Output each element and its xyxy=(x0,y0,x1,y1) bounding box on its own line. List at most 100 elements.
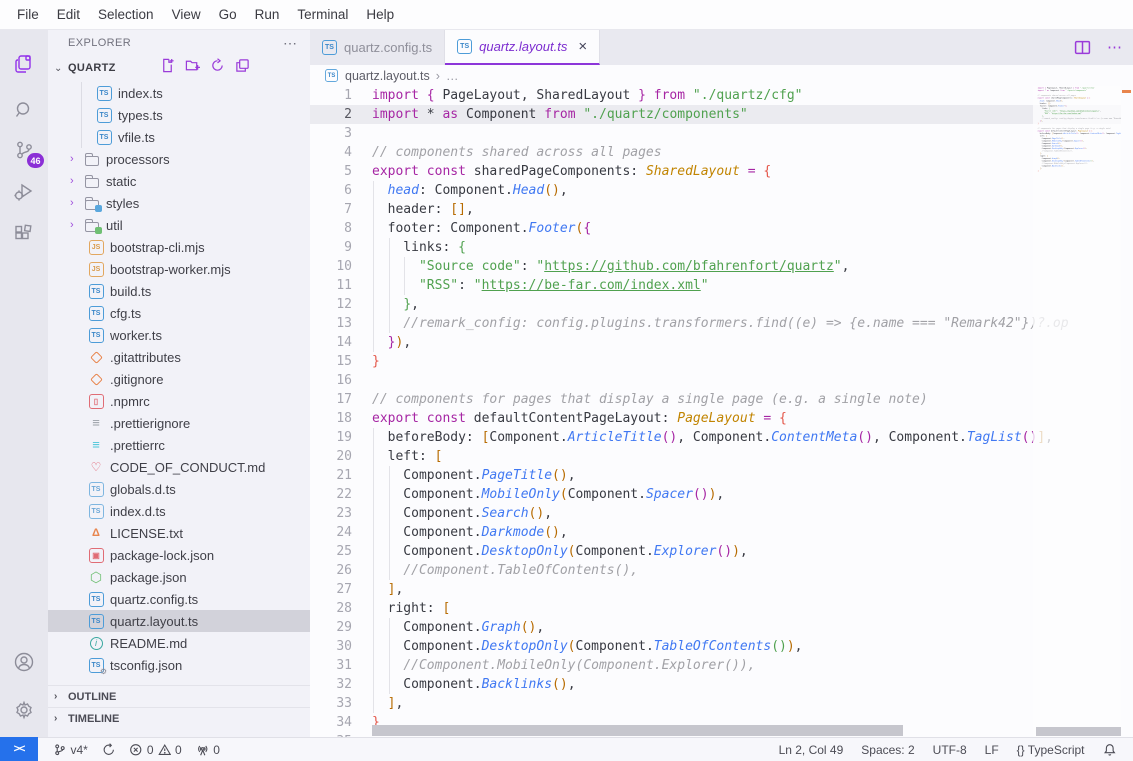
tree-item-license-txt[interactable]: ΔLICENSE.txt xyxy=(48,522,310,544)
tree-item-bootstrap-cli-mjs[interactable]: JSbootstrap-cli.mjs xyxy=(48,236,310,258)
source-control-icon[interactable]: 46 xyxy=(0,130,48,170)
collapse-icon[interactable] xyxy=(235,58,250,78)
line-number: 19 xyxy=(310,428,352,447)
gear-icon[interactable] xyxy=(0,690,48,730)
sidebar-more-actions[interactable]: ⋯ xyxy=(283,35,298,52)
chevron-right-icon: › xyxy=(54,713,68,724)
tree-item-package-lock-json[interactable]: ▣package-lock.json xyxy=(48,544,310,566)
status-left-2-error[interactable]: 00 xyxy=(122,738,188,761)
menu-item-selection[interactable]: Selection xyxy=(89,0,163,30)
menu-item-edit[interactable]: Edit xyxy=(48,0,89,30)
new-folder-icon[interactable] xyxy=(185,58,200,78)
status-right-4-brackets[interactable]: {} TypeScript xyxy=(1008,738,1094,761)
tree-item-label: index.d.ts xyxy=(110,504,166,519)
status-right-5-bell[interactable] xyxy=(1094,738,1126,761)
tree-item--gitignore[interactable]: .gitignore xyxy=(48,368,310,390)
split-editor-icon[interactable] xyxy=(1074,39,1091,56)
breadcrumb-more[interactable]: … xyxy=(446,69,459,83)
status-right-3[interactable]: LF xyxy=(976,738,1008,761)
breadcrumb-file[interactable]: quartz.layout.ts xyxy=(345,69,430,83)
status-right-1[interactable]: Spaces: 2 xyxy=(852,738,923,761)
tree-item--prettierrc[interactable]: ≡.prettierrc xyxy=(48,434,310,456)
status-left-1-sync[interactable] xyxy=(95,738,123,761)
tree-item-vfile-ts[interactable]: TSvfile.ts xyxy=(48,126,310,148)
code-line-13: 13 //remark_config: config.plugins.trans… xyxy=(310,314,1069,333)
tree-item-tsconfig-json[interactable]: TS⚙tsconfig.json xyxy=(48,654,310,676)
tree-item-label: package.json xyxy=(110,570,187,585)
breadcrumb[interactable]: TS quartz.layout.ts › … xyxy=(310,65,1133,86)
tree-item-label: CODE_OF_CONDUCT.md xyxy=(110,460,265,475)
status-label: Spaces: 2 xyxy=(861,743,914,757)
tab-quartz-layout-ts[interactable]: TSquartz.layout.ts× xyxy=(445,30,600,65)
extensions-icon[interactable] xyxy=(0,214,48,254)
search-icon[interactable] xyxy=(0,90,48,130)
minimap-scrollbar[interactable] xyxy=(1036,727,1121,736)
tree-item--npmrc[interactable]: ▯.npmrc xyxy=(48,390,310,412)
status-right-2[interactable]: UTF-8 xyxy=(924,738,976,761)
tree-item-index-d-ts[interactable]: TS index.d.ts xyxy=(48,500,310,522)
tree-item-globals-d-ts[interactable]: TSglobals.d.ts xyxy=(48,478,310,500)
tree-item-bootstrap-worker-mjs[interactable]: JSbootstrap-worker.mjs xyxy=(48,258,310,280)
ts-file-icon: TS xyxy=(88,613,104,629)
tree-item--prettierignore[interactable]: ≡.prettierignore xyxy=(48,412,310,434)
project-section-row[interactable]: ⌄ QUARTZ xyxy=(48,56,310,80)
tree-item-quartz-config-ts[interactable]: TSquartz.config.ts xyxy=(48,588,310,610)
close-icon[interactable]: × xyxy=(578,38,587,55)
tree-item-processors[interactable]: ›processors xyxy=(48,148,310,170)
status-label: 0 xyxy=(175,743,182,757)
tree-item-util[interactable]: ›util xyxy=(48,214,310,236)
status-right: Ln 2, Col 49 Spaces: 2 UTF-8LF{} TypeScrip… xyxy=(770,738,1133,761)
tree-item--gitattributes[interactable]: .gitattributes xyxy=(48,346,310,368)
line-number: 12 xyxy=(310,295,352,314)
tree-item-cfg-ts[interactable]: TScfg.ts xyxy=(48,302,310,324)
tree-item-label: LICENSE.txt xyxy=(110,526,183,541)
tree-item-index-ts[interactable]: TSindex.ts xyxy=(48,82,310,104)
code-line-17: 17// components for pages that display a… xyxy=(310,390,1069,409)
status-right-0[interactable]: Ln 2, Col 49 xyxy=(770,738,853,761)
section-actions xyxy=(160,58,250,78)
menu-item-help[interactable]: Help xyxy=(357,0,403,30)
line-number: 6 xyxy=(310,181,352,200)
ts-file-icon: TS xyxy=(88,283,104,299)
status-left-3-broadcast[interactable]: 0 xyxy=(189,738,227,761)
more-actions-icon[interactable]: ⋯ xyxy=(1107,38,1123,56)
code-line-19: 19 beforeBody: [Component.ArticleTitle()… xyxy=(1035,132,1121,135)
git-file-icon xyxy=(88,371,104,387)
tree-item-readme-md[interactable]: iREADME.md xyxy=(48,632,310,654)
tree-item-quartz-layout-ts[interactable]: TSquartz.layout.ts xyxy=(48,610,310,632)
tree-item-code-of-conduct-md[interactable]: ♡CODE_OF_CONDUCT.md xyxy=(48,456,310,478)
account-icon[interactable] xyxy=(0,642,48,682)
menu-item-file[interactable]: File xyxy=(8,0,48,30)
menu-item-go[interactable]: Go xyxy=(210,0,246,30)
code-editor[interactable]: 1import { PageLayout, SharedLayout } fro… xyxy=(310,86,1133,737)
menu-item-run[interactable]: Run xyxy=(246,0,289,30)
tree-item-static[interactable]: ›static xyxy=(48,170,310,192)
debug-icon[interactable] xyxy=(0,172,48,212)
tree-item-label: static xyxy=(106,174,136,189)
code-line-32: 32 Component.Backlinks(), xyxy=(310,675,1069,694)
horizontal-scrollbar[interactable] xyxy=(372,725,903,736)
code-line-27: 27 ], xyxy=(310,580,1069,599)
panel-timeline[interactable]: ›TIMELINE xyxy=(48,707,310,729)
menu-item-terminal[interactable]: Terminal xyxy=(288,0,357,30)
files-icon[interactable] xyxy=(0,44,48,84)
refresh-icon[interactable] xyxy=(210,58,225,78)
dts-file-icon: TS xyxy=(88,503,104,519)
remote-indicator[interactable]: >< xyxy=(0,737,38,761)
minimap[interactable]: 1import { PageLayout, SharedLayout } fro… xyxy=(1033,86,1121,737)
explorer-sidebar: EXPLORER ⋯ ⌄ QUARTZ TSindex.tsTStypes.ts… xyxy=(48,30,310,737)
panel-outline[interactable]: ›OUTLINE xyxy=(48,685,310,707)
ts-file-icon: TS xyxy=(88,305,104,321)
menu-item-view[interactable]: View xyxy=(163,0,210,30)
git-file-icon xyxy=(88,349,104,365)
tree-item-build-ts[interactable]: TSbuild.ts xyxy=(48,280,310,302)
tree-item-types-ts[interactable]: TStypes.ts xyxy=(48,104,310,126)
tab-quartz-config-ts[interactable]: TSquartz.config.ts xyxy=(310,30,445,65)
tree-item-styles[interactable]: ›styles xyxy=(48,192,310,214)
status-left-0-branch[interactable]: v4* xyxy=(46,738,95,761)
tree-item-label: bootstrap-worker.mjs xyxy=(110,262,231,277)
line-number: 4 xyxy=(310,143,352,162)
tree-item-package-json[interactable]: ⬡package.json xyxy=(48,566,310,588)
tree-item-worker-ts[interactable]: TSworker.ts xyxy=(48,324,310,346)
new-file-icon[interactable] xyxy=(160,58,175,78)
